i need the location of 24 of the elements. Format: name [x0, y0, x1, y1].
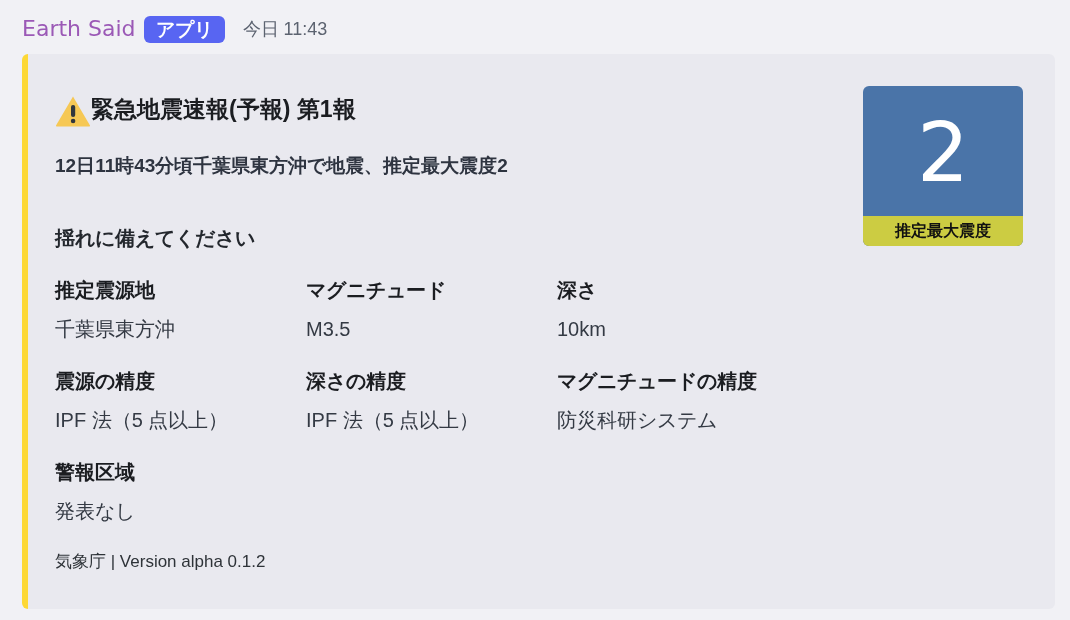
- field-label: 推定震源地: [55, 278, 155, 303]
- field-value: IPF 法（5 点以上）: [55, 408, 229, 433]
- field-label: マグニチュード: [306, 278, 446, 303]
- field-value: 防災科研システム: [557, 408, 717, 433]
- field-value: IPF 法（5 点以上）: [306, 408, 480, 433]
- field-value: M3.5: [306, 317, 351, 342]
- notice-text: 揺れに備えてください: [55, 226, 255, 251]
- intensity-caption: 推定最大震度: [863, 216, 1023, 246]
- field-label: 警報区域: [55, 460, 135, 485]
- app-badge: アプリ: [143, 15, 225, 43]
- field-label: マグニチュードの精度: [557, 369, 757, 394]
- field-value: 発表なし: [55, 499, 135, 524]
- author-name[interactable]: Earth Said: [22, 13, 136, 45]
- warning-icon: [55, 95, 91, 127]
- field-label: 深さの精度: [306, 369, 406, 394]
- timestamp: 今日 11:43: [242, 18, 328, 41]
- embed-footer: 気象庁 | Version alpha 0.1.2: [55, 551, 266, 573]
- embed-description: 12日11時43分頃千葉県東方沖で地震、推定最大震度2: [55, 154, 508, 178]
- embed-title: 緊急地震速報(予報) 第1報: [91, 95, 356, 124]
- intensity-value: 2: [915, 104, 971, 202]
- field-label: 震源の精度: [55, 369, 155, 394]
- field-label: 深さ: [557, 278, 597, 303]
- field-value: 千葉県東方沖: [55, 317, 175, 342]
- field-value: 10km: [557, 317, 606, 342]
